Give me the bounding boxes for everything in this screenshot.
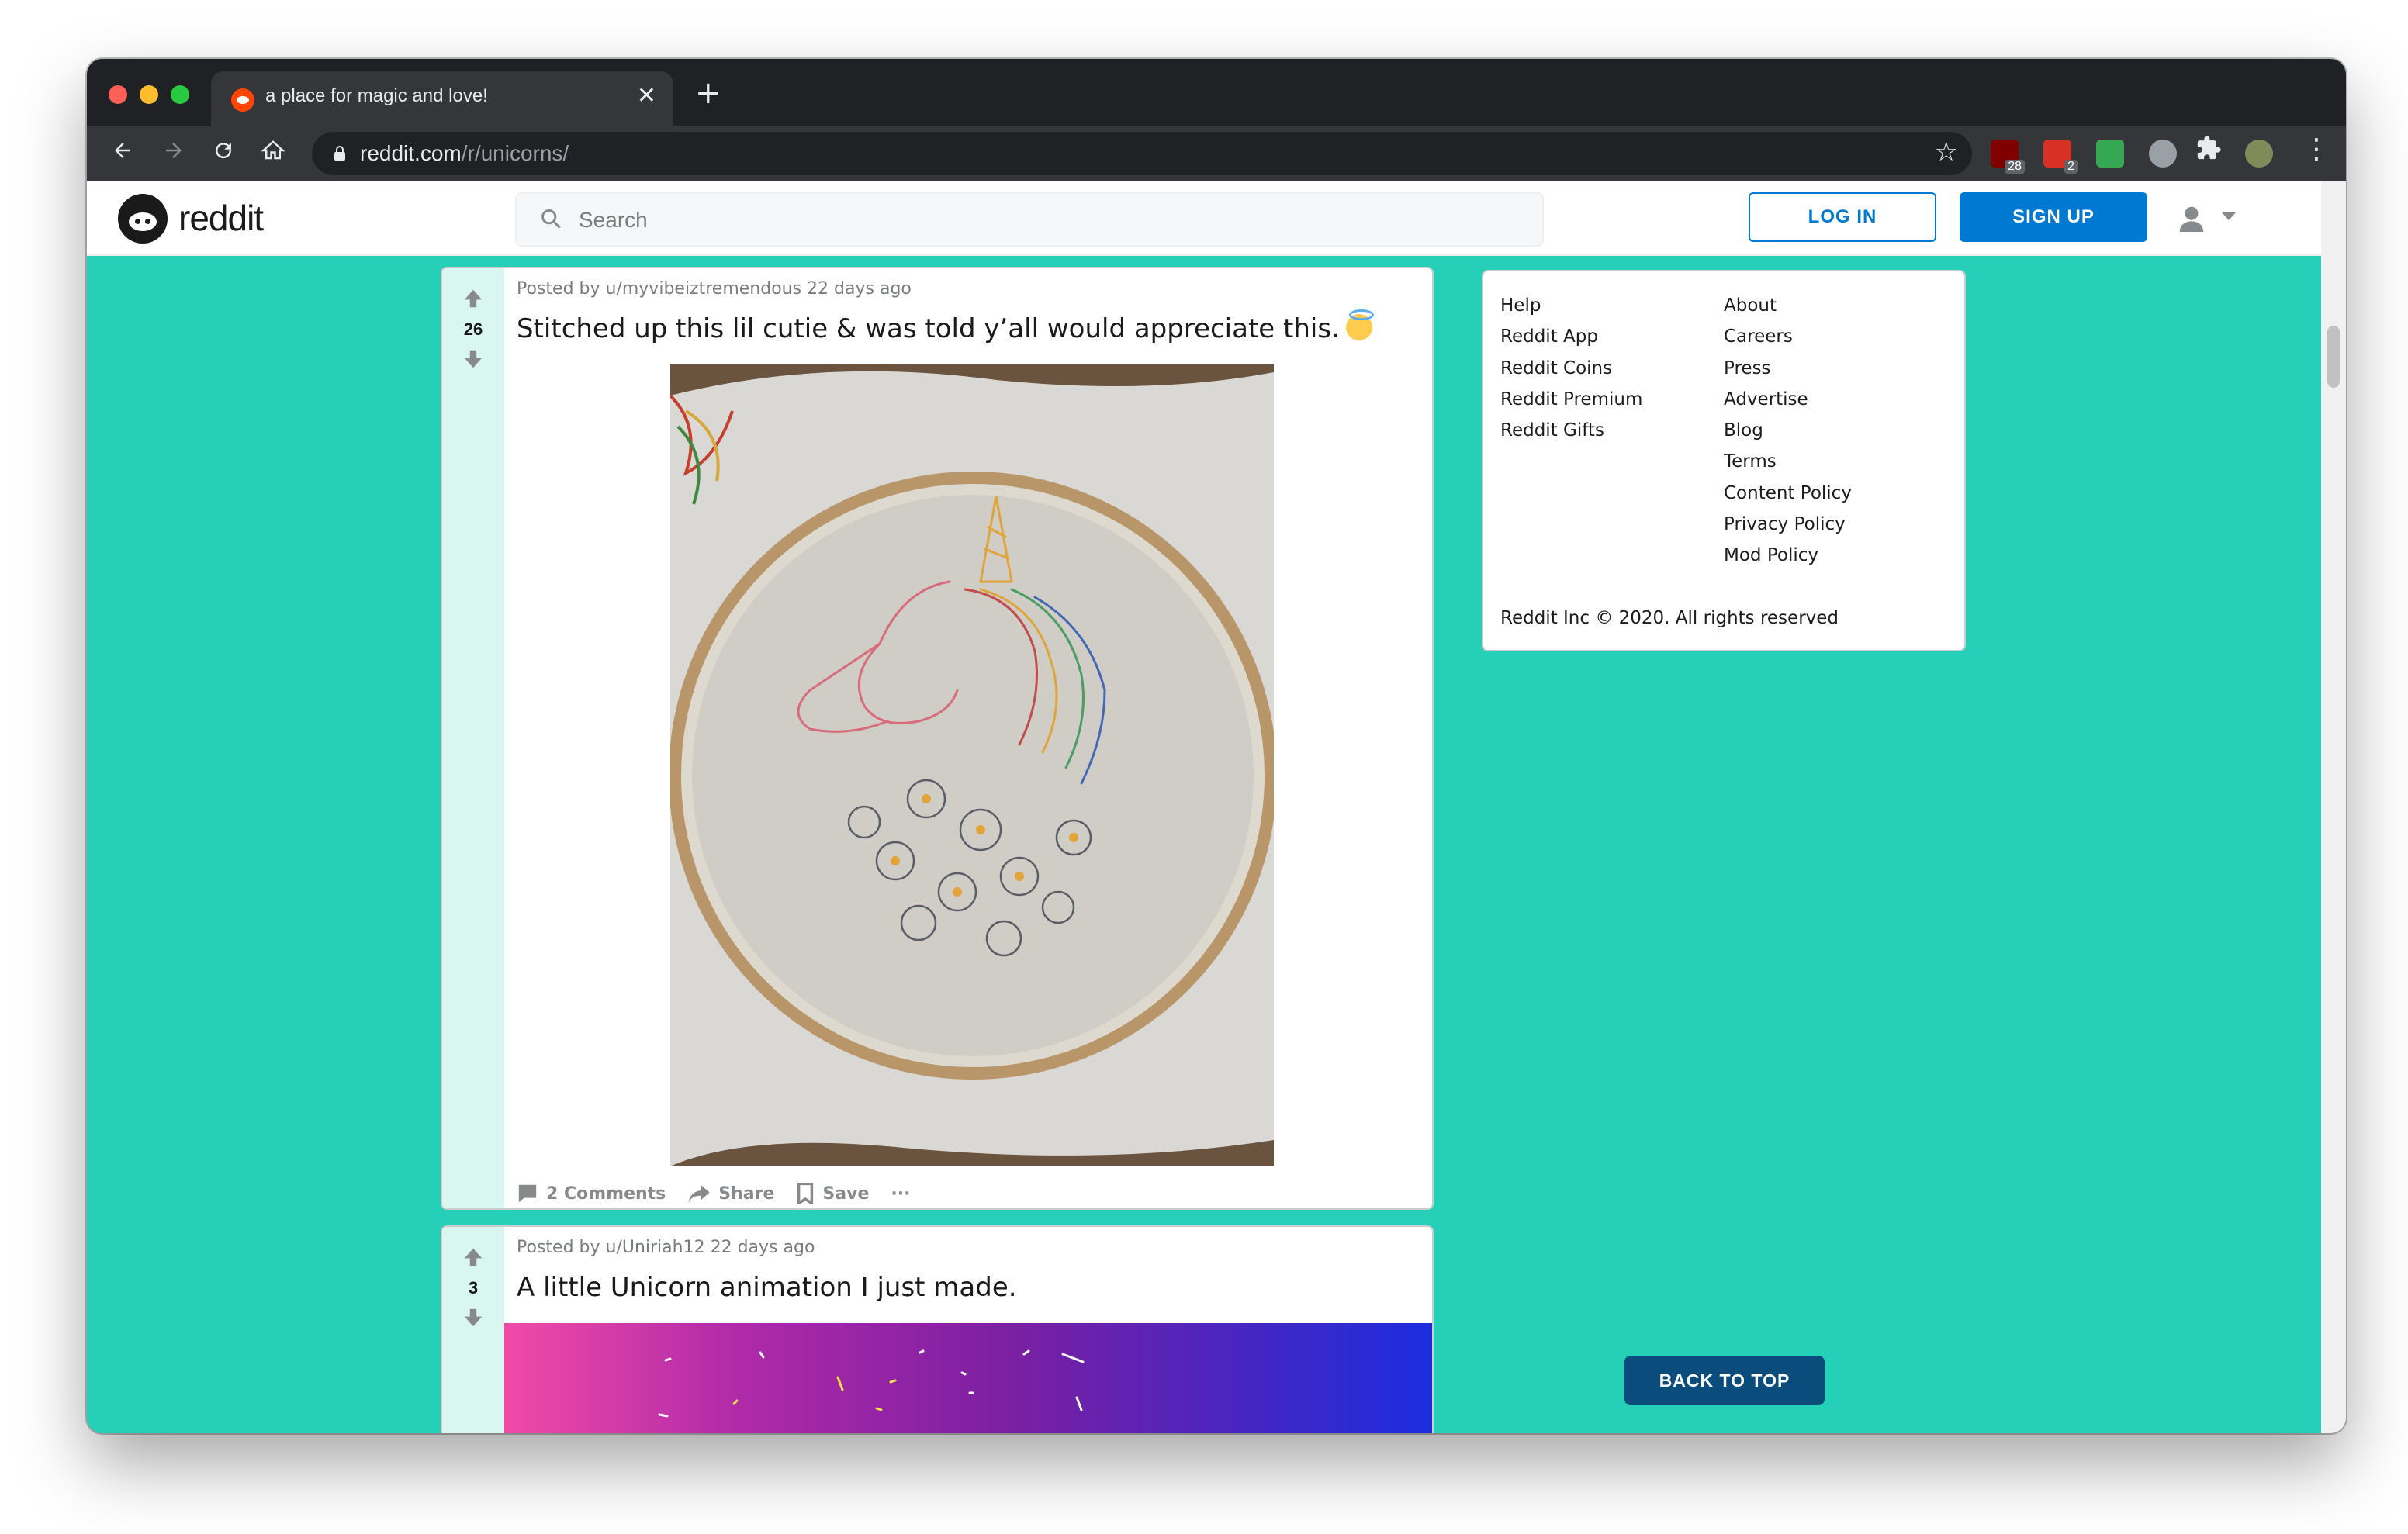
ublock-icon[interactable]: 28 [1991, 140, 2025, 174]
link-terms[interactable]: Terms [1724, 446, 1852, 477]
bookmark-star-icon[interactable]: ☆ [1935, 136, 1958, 168]
link-about[interactable]: About [1724, 290, 1852, 321]
reload-icon [216, 143, 232, 159]
downvote-arrow-icon[interactable] [462, 347, 484, 371]
share-button[interactable]: Share [687, 1183, 774, 1204]
back-button[interactable] [106, 136, 140, 171]
post-image[interactable] [669, 364, 1277, 1166]
close-window-button[interactable] [109, 85, 127, 104]
search-input[interactable]: Search [515, 192, 1544, 247]
url-text: reddit.com/r/unicorns/ [360, 141, 569, 166]
arrow-left-icon [115, 143, 130, 158]
upvote-arrow-icon[interactable] [462, 1246, 484, 1269]
browser-toolbar: reddit.com/r/unicorns/ ☆ 28 2 ⋮ [87, 126, 2346, 181]
post-card[interactable]: 3 Posted by u/Uniriah12 22 days ago A li… [441, 1225, 1434, 1433]
post-score: 3 [468, 1278, 479, 1297]
reddit-logo-icon[interactable] [118, 194, 168, 244]
link-mod-policy[interactable]: Mod Policy [1724, 540, 1852, 571]
logo-eye [135, 219, 140, 224]
smiling-face-with-halo-icon [1345, 309, 1374, 340]
lock-icon [334, 146, 345, 161]
post-meta[interactable]: Posted by u/myvibeiztremendous 22 days a… [517, 279, 912, 299]
reload-button[interactable] [206, 136, 240, 171]
bookmark-icon [797, 1183, 814, 1204]
todo-badge: 2 [2064, 160, 2078, 174]
tab-close-icon[interactable]: ✕ [637, 82, 656, 109]
profile-avatar[interactable] [2245, 140, 2273, 168]
maximize-window-button[interactable] [171, 85, 189, 104]
sidebar-links-card: Help Reddit App Reddit Coins Reddit Prem… [1482, 270, 1966, 651]
green-extension-icon[interactable] [2096, 140, 2124, 168]
comments-button[interactable]: 2 Comments [517, 1183, 666, 1204]
post-title[interactable]: Stitched up this lil cutie & was told y’… [517, 309, 1374, 344]
save-label: Save [822, 1183, 870, 1204]
tab-active[interactable]: a place for magic and love! ✕ [211, 71, 673, 126]
upvote-arrow-icon[interactable] [462, 287, 484, 310]
search-placeholder: Search [579, 208, 648, 232]
copyright-text: Reddit Inc © 2020. All rights reserved [1500, 608, 1839, 628]
logo-face [129, 212, 157, 231]
more-options-icon[interactable]: ··· [891, 1184, 910, 1204]
link-reddit-app[interactable]: Reddit App [1500, 321, 1642, 352]
reddit-favicon-icon [231, 88, 254, 112]
sidebar-links-left: Help Reddit App Reddit Coins Reddit Prem… [1500, 290, 1642, 446]
post-score: 26 [463, 320, 483, 339]
link-reddit-gifts[interactable]: Reddit Gifts [1500, 415, 1642, 446]
scrollbar-thumb[interactable] [2327, 326, 2340, 388]
link-careers[interactable]: Careers [1724, 321, 1852, 352]
chevron-down-icon[interactable] [2222, 212, 2236, 220]
chrome-menu-icon[interactable]: ⋮ [2302, 133, 2330, 165]
arrow-right-icon [166, 143, 182, 158]
share-label: Share [718, 1183, 775, 1204]
url-path: /r/unicorns/ [461, 141, 569, 165]
tab-title: a place for magic and love! [265, 85, 488, 106]
url-host: reddit.com [360, 141, 462, 165]
signup-button[interactable]: SIGN UP [1960, 192, 2147, 242]
ublock-badge: 28 [2005, 160, 2025, 174]
link-press[interactable]: Press [1724, 353, 1852, 384]
home-button[interactable] [256, 136, 290, 171]
address-bar[interactable]: reddit.com/r/unicorns/ ☆ [312, 132, 1972, 175]
link-privacy-policy[interactable]: Privacy Policy [1724, 509, 1852, 540]
login-button[interactable]: LOG IN [1749, 192, 1936, 242]
link-content-policy[interactable]: Content Policy [1724, 478, 1852, 509]
back-to-top-button[interactable]: BACK TO TOP [1624, 1356, 1825, 1405]
embroidery-photo [669, 364, 1277, 1166]
post-video[interactable] [504, 1323, 1432, 1433]
search-icon [541, 209, 561, 229]
home-icon [261, 140, 285, 160]
confetti-animation [658, 1349, 1085, 1418]
reddit-header: reddit Search LOG IN SIGN UP [87, 181, 2321, 256]
post-card[interactable]: 26 Posted by u/myvibeiztremendous 22 day… [441, 267, 1434, 1210]
post-meta[interactable]: Posted by u/Uniriah12 22 days ago [517, 1238, 815, 1257]
browser-window: a place for magic and love! ✕ + reddit.c… [87, 59, 2346, 1433]
new-tab-button[interactable]: + [695, 78, 721, 109]
vote-column: 26 [442, 268, 504, 1208]
comment-icon [518, 1184, 537, 1203]
comments-label: 2 Comments [546, 1183, 666, 1204]
link-advertise[interactable]: Advertise [1724, 384, 1852, 415]
sidebar-links-right: About Careers Press Advertise Blog Terms… [1724, 290, 1852, 572]
vote-column: 3 [442, 1227, 504, 1433]
extensions-puzzle-icon [2197, 136, 2221, 160]
link-blog[interactable]: Blog [1724, 415, 1852, 446]
reddit-wordmark[interactable]: reddit [178, 197, 264, 239]
post-title[interactable]: A little Unicorn animation I just made. [517, 1272, 1017, 1303]
puzzle-icon[interactable] [2195, 135, 2223, 163]
save-button[interactable]: Save [796, 1183, 869, 1204]
link-reddit-coins[interactable]: Reddit Coins [1500, 353, 1642, 384]
logo-eye [145, 219, 150, 224]
downvote-arrow-icon[interactable] [462, 1306, 484, 1329]
minimize-window-button[interactable] [140, 85, 158, 104]
link-help[interactable]: Help [1500, 290, 1642, 321]
post-title-text: Stitched up this lil cutie & was told y’… [517, 313, 1340, 344]
todo-icon[interactable]: 2 [2043, 140, 2078, 174]
user-icon[interactable] [2178, 205, 2205, 233]
grey-extension-icon[interactable] [2149, 140, 2177, 168]
link-reddit-premium[interactable]: Reddit Premium [1500, 384, 1642, 415]
share-icon [688, 1185, 710, 1204]
forward-button[interactable] [157, 136, 191, 171]
tab-strip: a place for magic and love! ✕ + [87, 59, 2346, 126]
post-actions: 2 Comments Share Save ··· [517, 1180, 910, 1207]
